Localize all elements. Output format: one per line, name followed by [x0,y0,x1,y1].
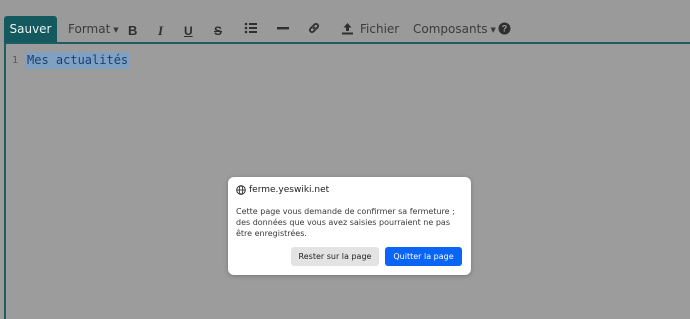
link-icon[interactable] [307,20,321,38]
dialog-origin: ferme.yeswiki.net [249,185,330,195]
globe-icon [236,185,246,195]
help-icon[interactable]: ? [498,20,512,38]
components-dropdown[interactable]: Composants ▼ [413,16,496,42]
leave-page-dialog: ferme.yeswiki.net Cette page vous demand… [228,177,471,275]
dialog-message: Cette page vous demande de confirmer sa … [236,207,455,238]
line-number: 1 [12,55,19,66]
file-label: Fichier [360,22,400,36]
underline-icon[interactable]: U [184,20,198,38]
bold-icon[interactable]: B [128,20,142,38]
list-icon[interactable] [244,20,258,38]
italic-icon[interactable]: I [158,20,172,38]
upload-icon [342,23,353,35]
stay-on-page-button[interactable]: Rester sur la page [291,247,379,266]
svg-text:?: ? [502,24,508,34]
caret-down-icon: ▼ [113,26,119,34]
leave-page-button[interactable]: Quitter la page [385,247,462,266]
horizontal-rule-icon[interactable] [276,20,290,38]
strikethrough-icon[interactable]: S [214,20,228,38]
file-button[interactable]: Fichier [341,16,399,42]
save-button[interactable]: Sauver [4,16,57,42]
editor-toolbar: Sauver Format ▼ B I U S Fichier Composan… [0,0,690,42]
components-label: Composants [413,22,488,36]
caret-down-icon: ▼ [490,26,496,34]
editor-line[interactable]: Mes actualités [26,52,130,69]
format-label: Format [68,22,111,36]
dialog-title: ferme.yeswiki.net [236,185,329,195]
format-dropdown[interactable]: Format ▼ [68,16,119,42]
